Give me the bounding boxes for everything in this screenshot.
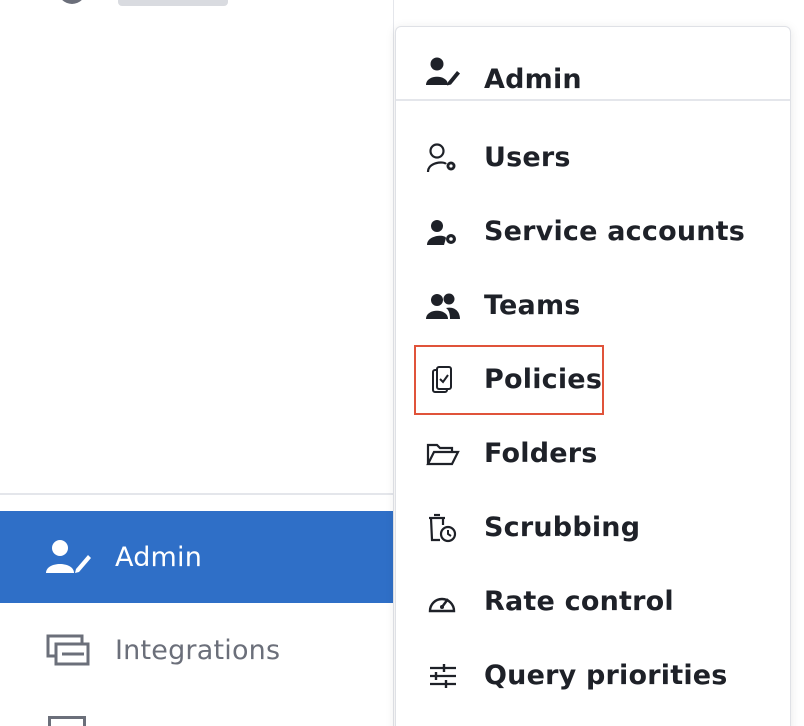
menu-item-query-priorities[interactable]: Query priorities: [396, 639, 790, 713]
admin-dropdown-menu: Admin Users Service accounts Teams Polic…: [395, 26, 791, 726]
menu-item-label: Policies: [484, 364, 603, 395]
menu-header-label: Admin: [484, 64, 582, 95]
sidebar-item-label: Admin: [115, 541, 203, 573]
sidebar-item-partial-icon[interactable]: [48, 716, 86, 726]
sidebar-divider: [0, 493, 394, 495]
menu-item-label: Service accounts: [484, 216, 746, 247]
sidebar-item-admin[interactable]: Admin: [0, 511, 393, 603]
integrations-icon: [46, 634, 90, 666]
sidebar: Admin Integrations: [0, 0, 394, 726]
clipboard-check-icon: [432, 366, 452, 393]
menu-item-label: Users: [484, 142, 571, 173]
menu-item-folders[interactable]: Folders: [396, 417, 790, 491]
teams-icon: [426, 293, 460, 319]
gauge-icon: [428, 597, 456, 613]
menu-item-teams[interactable]: Teams: [396, 269, 790, 343]
menu-header-admin[interactable]: Admin: [396, 27, 790, 101]
menu-item-scrubbing[interactable]: Scrubbing: [396, 491, 790, 565]
menu-item-label: Query priorities: [484, 660, 728, 691]
scrubbing-icon: [429, 513, 457, 543]
sidebar-item-label: Integrations: [115, 634, 281, 666]
user-gear-icon: [426, 143, 456, 173]
user-edit-icon: [46, 540, 91, 573]
sliders-icon: [430, 664, 456, 688]
menu-item-label: Scrubbing: [484, 512, 641, 543]
menu-item-rate-control[interactable]: Rate control: [396, 565, 790, 639]
menu-item-service-accounts[interactable]: Service accounts: [396, 195, 790, 269]
sidebar-item-integrations[interactable]: Integrations: [0, 604, 393, 696]
menu-item-label: Rate control: [484, 586, 674, 617]
user-edit-icon: [426, 57, 460, 86]
menu-item-policies[interactable]: Policies: [396, 343, 790, 417]
menu-item-label: Teams: [484, 290, 581, 321]
menu-item-label: Folders: [484, 438, 598, 469]
sidebar-item-top-partial[interactable]: [118, 0, 228, 6]
service-account-icon: [427, 220, 456, 245]
folder-open-icon: [426, 443, 460, 466]
menu-item-users[interactable]: Users: [396, 121, 790, 195]
settings-icon[interactable]: [52, 0, 92, 10]
